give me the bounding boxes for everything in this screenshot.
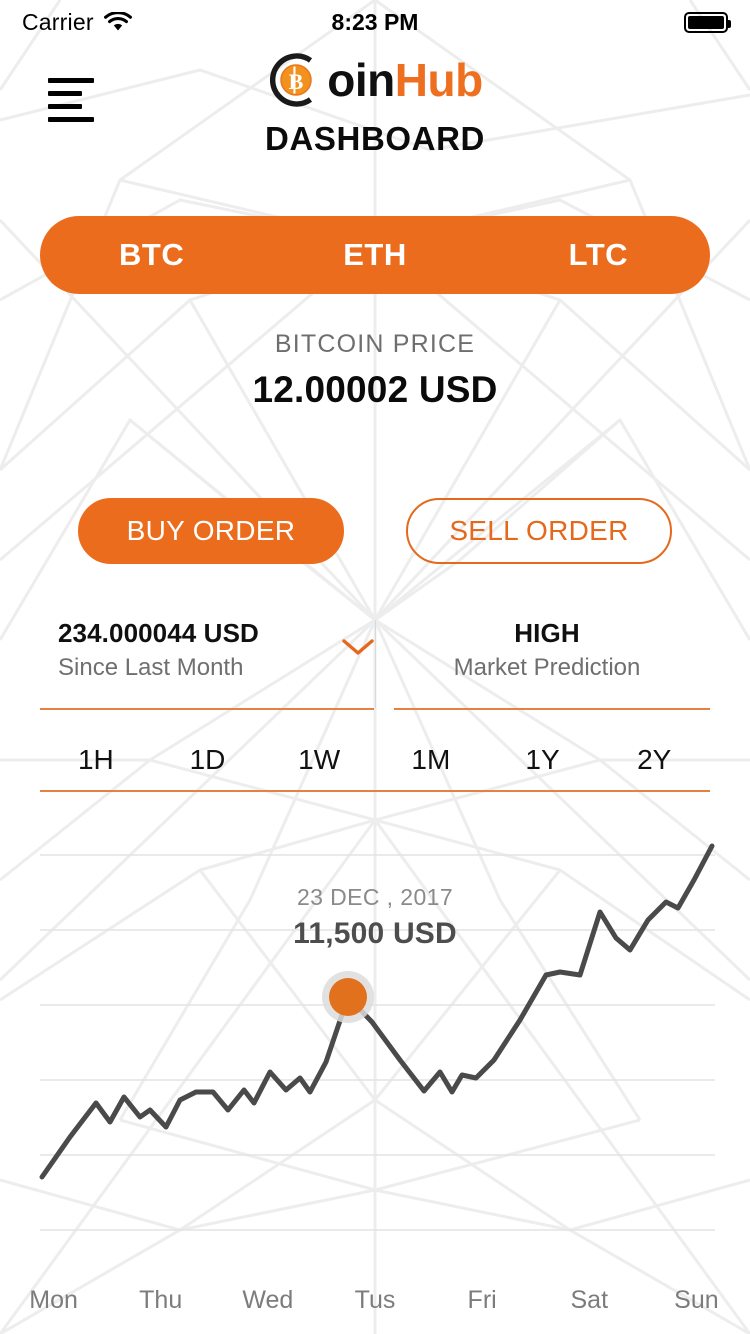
chevron-down-icon[interactable] bbox=[340, 636, 376, 658]
status-bar-right bbox=[684, 11, 731, 33]
chart-line bbox=[39, 843, 715, 1180]
chart-gridlines bbox=[40, 854, 715, 1231]
tab-btc[interactable]: BTC bbox=[40, 237, 263, 273]
status-bar: Carrier 8:23 PM bbox=[0, 0, 750, 44]
day-label-tus: Tus bbox=[354, 1286, 396, 1314]
range-selector: 1H 1D 1W 1M 1Y 2Y bbox=[40, 728, 710, 792]
stats-row: 234.000044 USD Since Last Month HIGH Mar… bbox=[40, 618, 710, 710]
price-chart[interactable] bbox=[0, 830, 750, 1270]
stat-change[interactable]: 234.000044 USD Since Last Month bbox=[40, 618, 384, 710]
tab-ltc[interactable]: LTC bbox=[487, 237, 710, 273]
day-label-thu: Thu bbox=[139, 1286, 183, 1314]
range-1h[interactable]: 1H bbox=[40, 744, 152, 776]
day-label-sat: Sat bbox=[570, 1286, 609, 1314]
range-1m[interactable]: 1M bbox=[375, 744, 487, 776]
page-title: DASHBOARD bbox=[265, 120, 485, 157]
stat-prediction-value: HIGH bbox=[514, 618, 580, 648]
hamburger-menu-icon[interactable] bbox=[48, 78, 96, 122]
tab-eth[interactable]: ETH bbox=[263, 237, 486, 273]
price-block: BITCOIN PRICE 12.00002 USD bbox=[0, 330, 750, 411]
order-buttons: BUY ORDER SELL ORDER bbox=[0, 498, 750, 564]
stats-divider bbox=[375, 620, 376, 708]
range-1w[interactable]: 1W bbox=[263, 744, 375, 776]
stat-change-caption: Since Last Month bbox=[58, 654, 244, 681]
stat-change-value: 234.000044 USD bbox=[58, 618, 259, 648]
stat-prediction-caption: Market Prediction bbox=[453, 654, 641, 681]
svg-text:B: B bbox=[289, 69, 304, 94]
stat-prediction: HIGH Market Prediction bbox=[384, 618, 710, 710]
sell-order-button[interactable]: SELL ORDER bbox=[406, 498, 672, 564]
day-label-wed: Wed bbox=[242, 1286, 294, 1314]
logo-text-oin: oin bbox=[327, 54, 395, 106]
price-label: BITCOIN PRICE bbox=[274, 330, 476, 358]
range-1d[interactable]: 1D bbox=[152, 744, 264, 776]
range-2y[interactable]: 2Y bbox=[598, 744, 710, 776]
price-chart-svg bbox=[39, 843, 715, 1231]
day-label-sun: Sun bbox=[674, 1286, 719, 1314]
stat-change-underline bbox=[40, 708, 374, 710]
range-1y[interactable]: 1Y bbox=[487, 744, 599, 776]
price-value: 12.00002 USD bbox=[252, 369, 498, 410]
stat-prediction-underline bbox=[394, 708, 710, 710]
chart-marker[interactable] bbox=[322, 971, 374, 1023]
day-label-fri: Fri bbox=[467, 1286, 497, 1314]
bitcoin-coin-icon: B bbox=[270, 53, 313, 107]
logo-text-hub: Hub bbox=[394, 54, 483, 106]
buy-order-button[interactable]: BUY ORDER bbox=[78, 498, 344, 564]
coinhub-logo: B oin Hub bbox=[0, 44, 750, 116]
status-bar-time: 8:23 PM bbox=[331, 8, 419, 35]
range-underline bbox=[40, 790, 710, 792]
app-header: B oin Hub DASHBOARD bbox=[0, 44, 750, 158]
coin-tab-bar: BTC ETH LTC bbox=[40, 216, 710, 294]
battery-full-icon bbox=[684, 11, 731, 33]
chart-x-axis: Mon Thu Wed Tus Fri Sat Sun bbox=[0, 1286, 750, 1315]
app-root: Carrier 8:23 PM B oin Hub DASHBOARD BTC … bbox=[0, 0, 750, 1334]
day-label-mon: Mon bbox=[29, 1286, 78, 1314]
